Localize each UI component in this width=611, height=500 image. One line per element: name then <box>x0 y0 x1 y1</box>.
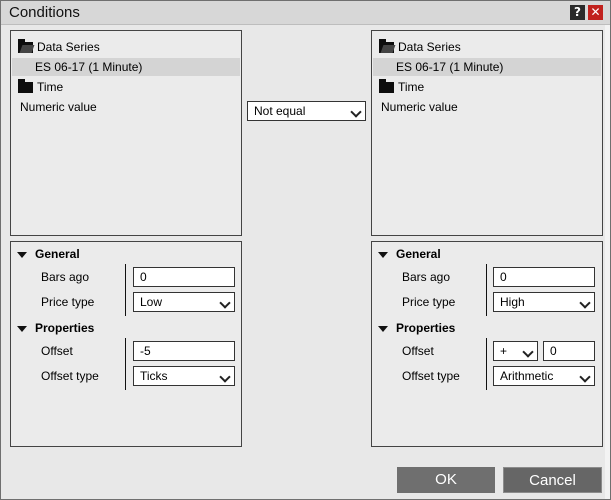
window-edge <box>605 25 610 499</box>
offset-type-select[interactable]: Arithmetic <box>493 366 595 386</box>
right-tree-panel: Data Series ES 06-17 (1 Minute) Time Num… <box>371 30 603 236</box>
offset-type-label: Offset type <box>402 369 460 383</box>
collapse-arrow-icon[interactable] <box>378 326 388 332</box>
tree-item-numeric-value[interactable]: Numeric value <box>11 98 241 116</box>
tree-item-numeric-value[interactable]: Numeric value <box>372 98 602 116</box>
tree-item-label: Time <box>398 80 425 94</box>
bars-ago-input[interactable]: 0 <box>133 267 235 287</box>
tree-item-label: ES 06-17 (1 Minute) <box>396 60 504 74</box>
left-tree-panel: Data Series ES 06-17 (1 Minute) Time Num… <box>10 30 242 236</box>
window-title: Conditions <box>9 4 80 21</box>
price-type-select[interactable]: High <box>493 292 595 312</box>
offset-type-select[interactable]: Ticks <box>133 366 235 386</box>
divider <box>486 338 487 390</box>
chevron-down-icon <box>579 371 591 383</box>
chevron-down-icon <box>219 297 231 309</box>
tree-item-label: Numeric value <box>20 100 97 114</box>
tree-item-data-series[interactable]: Data Series <box>11 38 241 56</box>
section-properties: Properties <box>35 321 95 335</box>
collapse-arrow-icon[interactable] <box>17 326 27 332</box>
tree-item-instrument[interactable]: ES 06-17 (1 Minute) <box>373 58 601 76</box>
bars-ago-label: Bars ago <box>41 270 90 284</box>
tree-item-label: Data Series <box>37 40 100 54</box>
conditions-dialog: Conditions ? ✕ Data Series ES 06-17 (1 M… <box>0 0 611 500</box>
cancel-button[interactable]: Cancel <box>503 467 602 493</box>
tree-item-label: Time <box>37 80 64 94</box>
price-type-label: Price type <box>402 295 456 309</box>
chevron-down-icon <box>350 106 362 118</box>
collapse-arrow-icon[interactable] <box>17 252 27 258</box>
close-button[interactable]: ✕ <box>588 5 603 20</box>
title-bar[interactable]: Conditions ? ✕ <box>1 1 610 25</box>
price-type-value: High <box>500 295 525 309</box>
chevron-down-icon <box>219 371 231 383</box>
price-type-value: Low <box>140 295 163 309</box>
ok-button[interactable]: OK <box>397 467 495 493</box>
offset-type-label: Offset type <box>41 369 99 383</box>
divider <box>125 338 126 390</box>
offset-sign-value: + <box>500 344 508 358</box>
left-property-grid: General Bars ago 0 Price type Low Proper… <box>10 241 242 447</box>
section-properties: Properties <box>396 321 456 335</box>
collapse-arrow-icon[interactable] <box>378 252 388 258</box>
section-general: General <box>35 247 80 261</box>
chevron-down-icon <box>522 346 534 358</box>
operator-select[interactable]: Not equal <box>247 101 366 121</box>
chevron-down-icon <box>579 297 591 309</box>
help-button[interactable]: ? <box>570 5 585 20</box>
price-type-label: Price type <box>41 295 95 309</box>
section-general: General <box>396 247 441 261</box>
offset-type-value: Arithmetic <box>500 369 554 383</box>
tree-item-data-series[interactable]: Data Series <box>372 38 602 56</box>
bars-ago-input[interactable]: 0 <box>493 267 595 287</box>
offset-input[interactable]: 0 <box>543 341 595 361</box>
folder-open-icon <box>379 39 394 53</box>
tree-item-label: ES 06-17 (1 Minute) <box>35 60 143 74</box>
price-type-select[interactable]: Low <box>133 292 235 312</box>
offset-type-value: Ticks <box>140 369 168 383</box>
tree-item-label: Data Series <box>398 40 461 54</box>
tree-item-time[interactable]: Time <box>11 78 241 96</box>
divider <box>486 264 487 316</box>
folder-icon <box>379 79 394 93</box>
right-property-grid: General Bars ago 0 Price type High Prope… <box>371 241 603 447</box>
offset-label: Offset <box>402 344 434 358</box>
bars-ago-label: Bars ago <box>402 270 451 284</box>
offset-sign-select[interactable]: + <box>493 341 538 361</box>
folder-open-icon <box>18 39 33 53</box>
folder-icon <box>18 79 33 93</box>
operator-value: Not equal <box>254 104 306 118</box>
offset-input[interactable]: -5 <box>133 341 235 361</box>
tree-item-instrument[interactable]: ES 06-17 (1 Minute) <box>12 58 240 76</box>
divider <box>125 264 126 316</box>
offset-label: Offset <box>41 344 73 358</box>
tree-item-label: Numeric value <box>381 100 458 114</box>
tree-item-time[interactable]: Time <box>372 78 602 96</box>
